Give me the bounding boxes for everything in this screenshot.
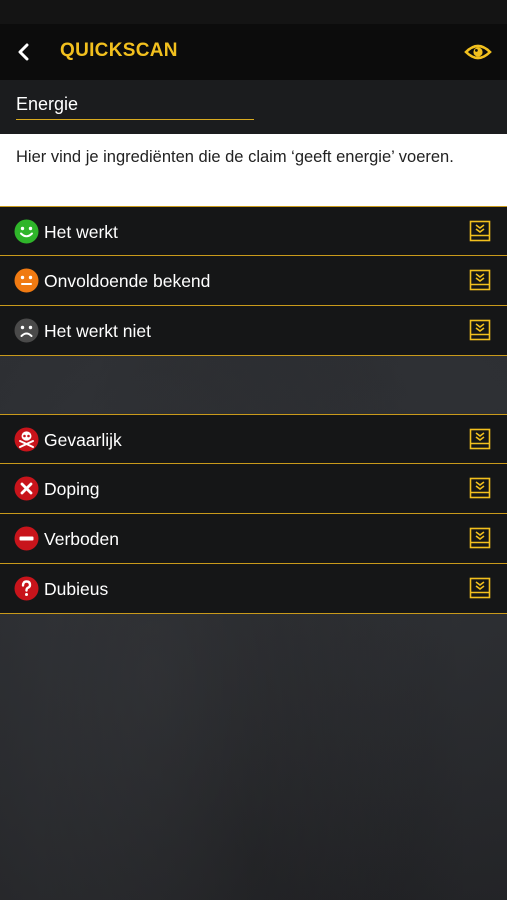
- list-item[interactable]: Het werkt niet: [0, 306, 507, 356]
- list-item-label: Dubieus: [44, 579, 109, 599]
- claim-field[interactable]: Energie: [16, 92, 254, 120]
- list-item[interactable]: Het werkt: [0, 206, 507, 256]
- list-item[interactable]: Verboden: [0, 514, 507, 564]
- expand-icon[interactable]: [469, 220, 491, 242]
- list-item[interactable]: Onvoldoende bekend: [0, 256, 507, 306]
- list-item-label: Het werkt: [44, 222, 118, 242]
- chevron-left-icon: [18, 43, 29, 61]
- expand-icon[interactable]: [469, 319, 491, 341]
- list-item-label: Het werkt niet: [44, 321, 151, 341]
- page-title: QUICKSCAN: [60, 40, 178, 61]
- view-toggle-button[interactable]: [463, 38, 493, 66]
- expand-icon[interactable]: [469, 577, 491, 599]
- list-item-label: Doping: [44, 479, 100, 499]
- no-entry-icon: [14, 526, 39, 551]
- status-bar: [0, 0, 507, 24]
- app-header: QUICKSCAN: [0, 24, 507, 80]
- smiley-happy-icon: [14, 219, 39, 244]
- effect-list: Het werkt Onvoldoende bekend Het werkt n…: [0, 206, 507, 356]
- back-button[interactable]: [10, 38, 38, 66]
- smiley-neutral-icon: [14, 268, 39, 293]
- list-item[interactable]: Dubieus: [0, 564, 507, 614]
- list-item-label: Verboden: [44, 529, 119, 549]
- claim-bar: Energie: [0, 80, 507, 134]
- list-item[interactable]: Doping: [0, 464, 507, 514]
- question-icon: [14, 576, 39, 601]
- list-item[interactable]: Gevaarlijk: [0, 414, 507, 464]
- expand-icon[interactable]: [469, 527, 491, 549]
- expand-icon[interactable]: [469, 269, 491, 291]
- eye-icon: [464, 44, 492, 60]
- list-item-label: Gevaarlijk: [44, 430, 122, 450]
- smiley-sad-icon: [14, 318, 39, 343]
- cross-icon: [14, 476, 39, 501]
- expand-icon[interactable]: [469, 477, 491, 499]
- skull-icon: [14, 427, 39, 452]
- info-text: Hier vind je ingrediënten die de claim ‘…: [0, 134, 507, 206]
- expand-icon[interactable]: [469, 428, 491, 450]
- risk-list: Gevaarlijk Doping Verboden Dubieus: [0, 414, 507, 614]
- list-item-label: Onvoldoende bekend: [44, 271, 211, 291]
